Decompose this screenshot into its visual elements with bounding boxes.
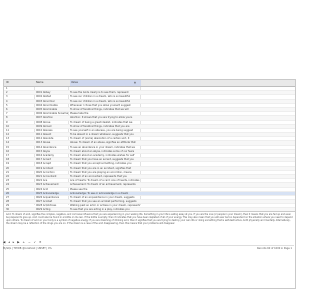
grid-header: ID Name Value ▲ bbox=[4, 80, 295, 87]
record-count: Records 60 of 1000 in Page 1 bbox=[257, 247, 292, 250]
grid-rows: 1 2 0001 Abbey To see the Gods clearly is t… bbox=[4, 87, 295, 230]
data-grid: ID Name Value ▲ 1 2 0001 Abbey To see the G… bbox=[3, 79, 296, 289]
status-bar: MySQL | TRYDB @localhost | UNSET | 4% Re… bbox=[3, 245, 294, 251]
column-header-name[interactable]: Name bbox=[36, 80, 43, 86]
column-header-id[interactable]: ID bbox=[6, 80, 9, 86]
column-header-value[interactable]: Value bbox=[70, 80, 141, 86]
connection-status: MySQL | TRYDB @localhost | UNSET | 4% bbox=[3, 247, 52, 250]
sort-ascending-icon[interactable]: ▲ bbox=[134, 80, 136, 86]
